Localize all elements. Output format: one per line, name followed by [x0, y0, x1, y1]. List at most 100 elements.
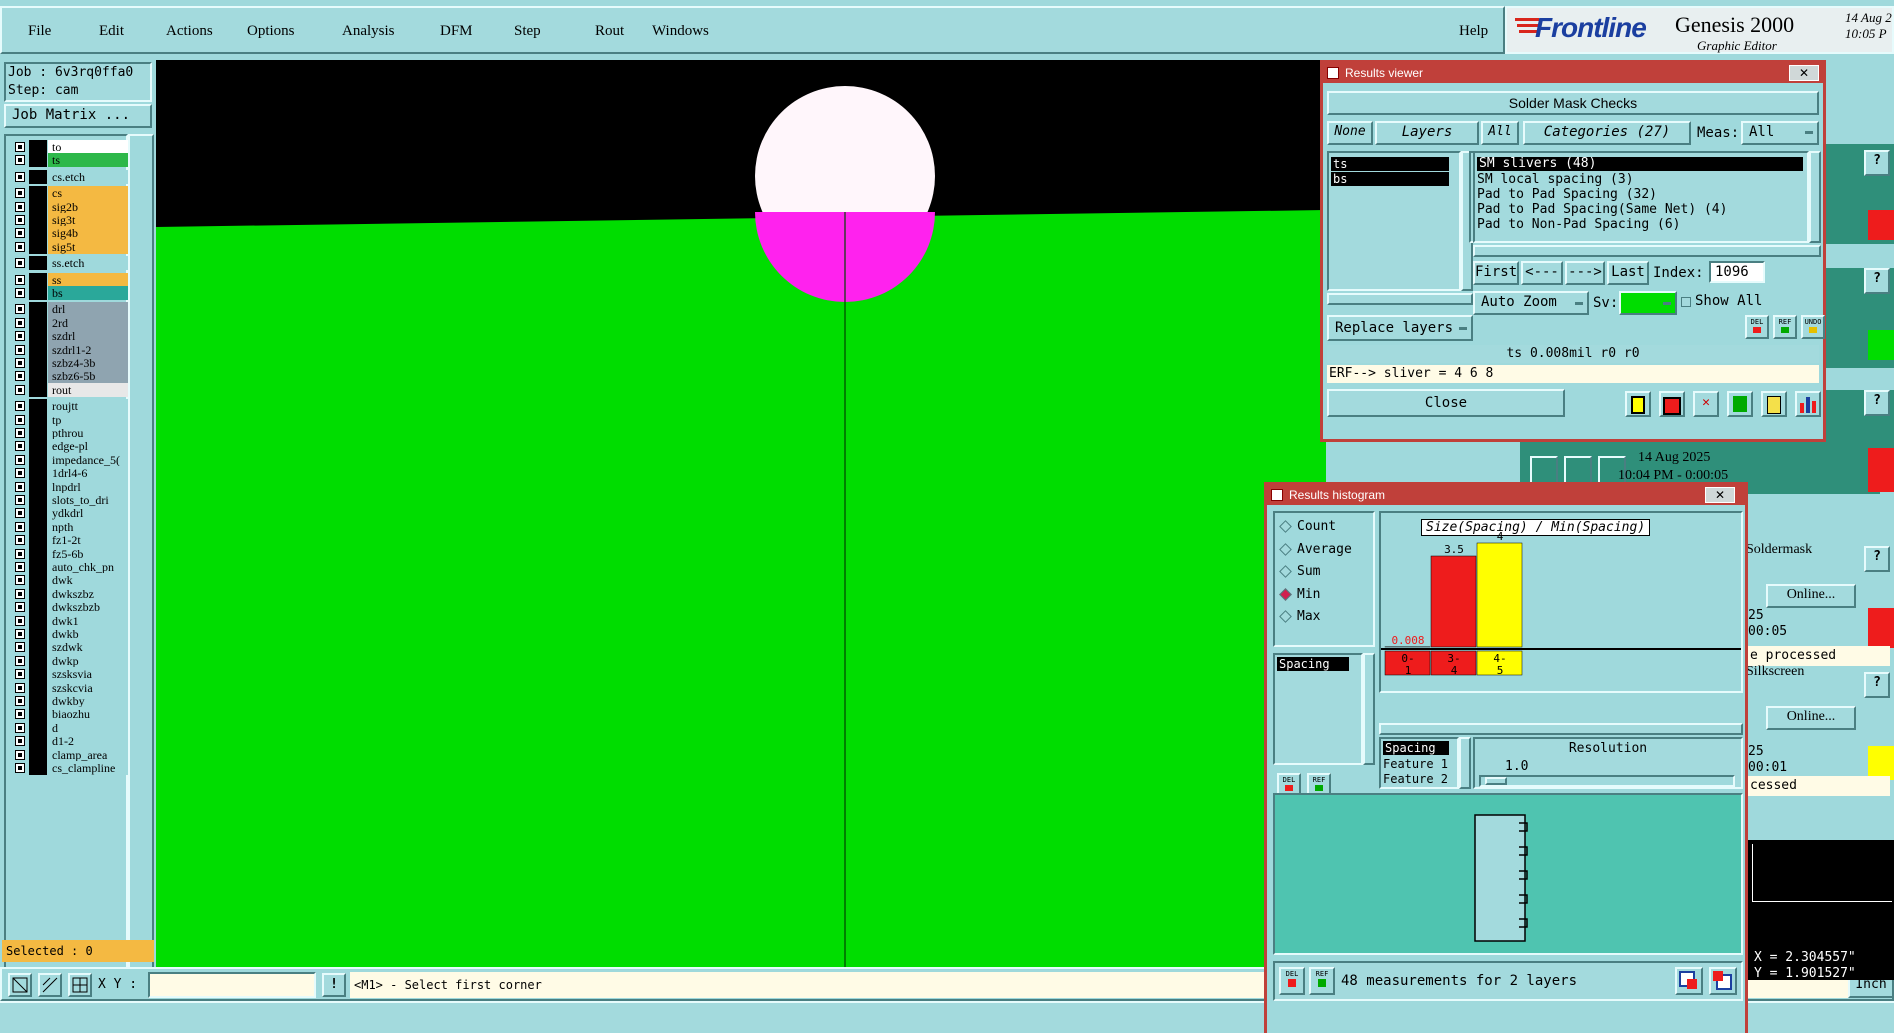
layer-color-swatch[interactable] — [29, 680, 47, 695]
layer-name[interactable]: dwkby — [48, 694, 134, 708]
layer-name[interactable]: tp — [48, 412, 134, 427]
histogram-close-icon[interactable]: ✕ — [1705, 487, 1735, 503]
report-icon[interactable] — [1761, 391, 1787, 417]
layer-color-swatch[interactable] — [29, 667, 47, 682]
close-button[interactable]: Close — [1327, 389, 1565, 417]
layer-name[interactable]: szbz4-3b — [48, 356, 134, 370]
layer-color-swatch[interactable] — [29, 707, 47, 722]
layer-checkbox[interactable] — [15, 682, 25, 693]
layer-name[interactable]: ydkdrl — [48, 506, 134, 521]
measure-list-item[interactable]: Spacing — [1277, 657, 1349, 671]
axis-item-spacing[interactable]: Spacing — [1383, 741, 1449, 755]
layer-name[interactable]: drl — [48, 302, 134, 317]
layer-checkbox[interactable] — [15, 588, 25, 599]
layer-checkbox[interactable] — [15, 535, 25, 546]
layer-name[interactable]: pthrou — [48, 426, 134, 440]
layer-checkbox[interactable] — [15, 155, 25, 166]
layer-checkbox[interactable] — [15, 384, 25, 395]
layer-color-swatch[interactable] — [29, 546, 47, 561]
silkscreen-status[interactable]: Online... — [1766, 706, 1856, 730]
layer-color-swatch[interactable] — [29, 315, 47, 330]
axis-list-scrollbar[interactable] — [1459, 737, 1471, 789]
layer-color-swatch[interactable] — [29, 399, 47, 414]
layer-row[interactable]: dwkby — [12, 694, 134, 708]
layer-color-swatch[interactable] — [29, 506, 47, 521]
clear-icon[interactable]: ✕ — [1693, 391, 1719, 417]
layer-checkbox[interactable] — [15, 749, 25, 760]
layer-name[interactable]: fz5-6b — [48, 546, 134, 561]
layer-color-swatch[interactable] — [29, 302, 47, 317]
layer-checkbox[interactable] — [15, 441, 25, 452]
menu-options[interactable]: Options — [247, 23, 295, 40]
layer-color-swatch[interactable] — [29, 734, 47, 749]
layer-checkbox[interactable] — [15, 495, 25, 505]
show-all-checkbox[interactable] — [1681, 297, 1691, 307]
layer-row[interactable]: szskcvia — [12, 680, 134, 695]
layer-row[interactable]: ydkdrl — [12, 506, 134, 521]
layer-color-swatch[interactable] — [29, 586, 47, 601]
layer-name[interactable]: szdwk — [48, 640, 134, 655]
layer-name[interactable]: szbz6-5b — [48, 369, 134, 384]
layer-checkbox[interactable] — [15, 228, 25, 239]
layer-checkbox[interactable] — [15, 171, 25, 182]
alert-icon[interactable]: ! — [322, 973, 346, 997]
cycle-icon[interactable] — [1727, 391, 1753, 417]
radio-diamond-icon[interactable] — [1279, 587, 1292, 601]
menu-file[interactable]: File — [28, 23, 51, 40]
layer-color-swatch[interactable] — [29, 153, 47, 168]
layer-checkbox[interactable] — [15, 602, 25, 613]
layer-row[interactable]: slots_to_dri — [12, 493, 134, 507]
layer-color-swatch[interactable] — [29, 256, 47, 271]
del-button[interactable]: DEL — [1745, 315, 1769, 339]
layer-checkbox[interactable] — [15, 241, 25, 252]
layer-item-ts[interactable]: ts — [1331, 157, 1449, 171]
category-item-1[interactable]: SM slivers (48) — [1477, 157, 1803, 171]
layer-row[interactable]: edge-pl — [12, 439, 134, 454]
help-button-4[interactable]: ? — [1864, 546, 1890, 572]
menu-help[interactable]: Help — [1459, 23, 1488, 40]
layer-row[interactable]: sig2b — [12, 199, 134, 214]
layer-name[interactable]: szskcvia — [48, 680, 134, 695]
layer-checkbox[interactable] — [15, 371, 25, 382]
soldermask-status[interactable]: Online... — [1766, 584, 1856, 608]
layer-color-swatch[interactable] — [29, 747, 47, 762]
layer-color-swatch[interactable] — [29, 761, 47, 775]
layer-name[interactable]: rout — [48, 382, 134, 397]
layer-list-scrollbar[interactable] — [128, 134, 154, 972]
layer-row[interactable]: szdwk — [12, 640, 134, 655]
layer-name[interactable]: dwkszbzb — [48, 600, 134, 615]
resolution-slider-thumb[interactable] — [1485, 777, 1507, 785]
layer-color-swatch[interactable] — [29, 329, 47, 344]
layer-name[interactable]: to — [48, 140, 134, 154]
help-button-2[interactable]: ? — [1864, 268, 1890, 294]
layer-name[interactable]: sig3t — [48, 213, 134, 227]
layer-name[interactable]: 2rd — [48, 315, 134, 330]
histogram-window-menu-icon[interactable] — [1271, 489, 1283, 501]
layer-color-swatch[interactable] — [29, 226, 47, 241]
layer-color-swatch[interactable] — [29, 356, 47, 370]
layer-checkbox[interactable] — [15, 201, 25, 212]
menu-edit[interactable]: Edit — [99, 23, 124, 40]
window-menu-icon[interactable] — [1327, 67, 1339, 79]
layer-color-swatch[interactable] — [29, 382, 47, 397]
layer-row[interactable]: szsksvia — [12, 667, 134, 682]
axis-item-feature2[interactable]: Feature 2 — [1383, 772, 1448, 786]
layer-row[interactable]: szbz6-5b — [12, 369, 134, 384]
layer-color-swatch[interactable] — [29, 640, 47, 655]
highlight-icon[interactable] — [1625, 391, 1651, 417]
layer-row[interactable]: to — [12, 140, 134, 154]
layer-name[interactable]: lnpdrl — [48, 479, 134, 494]
layer-row[interactable]: impedance_5( — [12, 452, 134, 467]
layer-checkbox[interactable] — [15, 722, 25, 733]
histogram-icon[interactable] — [1795, 391, 1821, 417]
prev-button[interactable]: <--- — [1521, 261, 1563, 285]
close-window-icon[interactable]: ✕ — [1789, 65, 1819, 81]
layer-name[interactable]: cs_clampline — [48, 761, 134, 775]
import-icon[interactable] — [1709, 967, 1737, 995]
layer-checkbox[interactable] — [15, 358, 25, 368]
layer-checkbox[interactable] — [15, 401, 25, 412]
layer-color-swatch[interactable] — [29, 412, 47, 427]
layer-row[interactable]: d — [12, 720, 134, 735]
layer-color-swatch[interactable] — [29, 573, 47, 588]
layer-color-swatch[interactable] — [29, 519, 47, 534]
